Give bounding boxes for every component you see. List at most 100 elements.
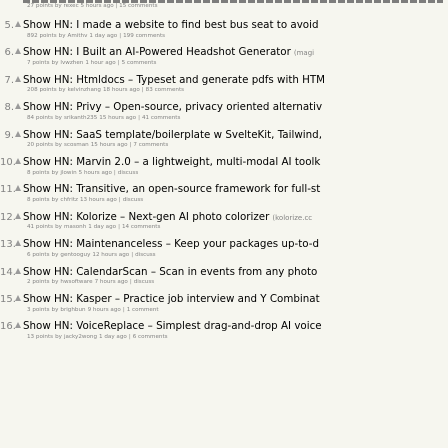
story-comments-link[interactable]: discuss <box>123 197 143 203</box>
story-title-text[interactable]: Show HN: Marvin 2.0 – a lightweight, mul… <box>23 156 320 168</box>
story-user-link[interactable]: lvwzhen <box>60 60 83 66</box>
upvote-arrow-icon[interactable] <box>15 130 21 137</box>
story-subtext: 8 points by jlowin 5 hours ago | discuss <box>27 169 138 178</box>
upvote-arrow-icon[interactable] <box>15 21 21 27</box>
story-title-text[interactable]: Show HN: Privy – Open-source, privacy or… <box>23 101 322 113</box>
story-title-link[interactable]: Show HN: Maintenanceless – Keep your pac… <box>23 238 319 251</box>
story-points: 84 points <box>27 114 54 121</box>
story-age-link[interactable]: 13 hours ago <box>80 197 117 203</box>
story-title-text[interactable]: Show HN: Transitive, an open-source fram… <box>23 183 320 195</box>
story-title-link[interactable]: Show HN: Kasper – Practice job interview… <box>23 293 320 306</box>
story-user-link[interactable]: kelvinzhang <box>68 87 101 93</box>
story-title-link[interactable]: Show HN: Privy – Open-source, privacy or… <box>23 101 322 114</box>
story-age-link[interactable]: 1 day ago <box>89 33 117 39</box>
story-rank: 16. <box>0 321 16 333</box>
by-label: by <box>51 279 59 286</box>
story-age-link[interactable]: 7 hours ago <box>95 279 128 285</box>
story-comments-link[interactable]: discuss <box>134 279 154 285</box>
story-user-link[interactable]: jacky2wong <box>64 334 97 340</box>
story-rank: 11. <box>0 184 16 196</box>
story-subtext: 7 points by lvwzhen 1 hour ago | 5 comments <box>27 59 156 68</box>
story-age-link[interactable]: 1 day ago <box>99 334 127 340</box>
story-subtext: 2 points by hwsoftware 7 hours ago | discuss <box>27 278 154 287</box>
story-subtext: 208 points by kelvinzhang 18 hours ago | 83 c… <box>27 86 184 95</box>
story-title-link[interactable]: Show HN: CalendarScan – Scan in events f… <box>23 266 317 279</box>
story-user-link[interactable]: hwsoftware <box>60 279 92 285</box>
story-title-text[interactable]: Show HN: I made a website to find best b… <box>23 19 319 31</box>
story-points: 41 points <box>27 224 54 231</box>
story-rank: 8. <box>4 102 14 114</box>
story-comments-link[interactable]: discuss <box>118 170 138 176</box>
upvote-arrow-icon[interactable] <box>15 103 21 110</box>
story-title-text[interactable]: Show HN: SaaS template/boilerplate w Sve… <box>23 129 322 141</box>
story-comments-link[interactable]: 6 comments <box>133 334 168 340</box>
story-title-text[interactable]: Show HN: VoiceReplace – Simplest drag-an… <box>23 320 322 332</box>
story-site-link[interactable]: (kolorize.cc <box>272 214 312 222</box>
story-title-text[interactable]: Show HN: Kasper – Practice job interview… <box>23 293 320 305</box>
upvote-arrow-icon[interactable] <box>15 158 21 164</box>
story-comments-link[interactable]: 199 comments <box>123 33 165 39</box>
story-age-link[interactable]: 15 hours ago <box>99 115 136 121</box>
story-title-link[interactable]: Show HN: I made a website to find best b… <box>23 19 319 32</box>
story-comments-link[interactable]: 7 comments <box>133 142 168 148</box>
upvote-arrow-icon[interactable] <box>15 267 21 274</box>
upvote-arrow-icon[interactable] <box>15 185 21 192</box>
story-age-link[interactable]: 9 hours ago <box>88 307 121 313</box>
story-age-link[interactable]: 1 day ago <box>88 224 116 230</box>
story-points: 6 points <box>27 251 50 258</box>
story-comments-link[interactable]: 83 comments <box>146 87 184 93</box>
story-row: 12. Show HN: Kolorize – Next-gen AI photo… <box>0 211 448 238</box>
story-comments-link[interactable]: 1 comment <box>127 307 159 313</box>
story-subtext: 892 points by Amithv 1 day ago | 199 comments <box>27 32 165 41</box>
story-title-link[interactable]: Show HN: Transitive, an open-source fram… <box>23 183 320 196</box>
story-title-text[interactable]: Show HN: Kolorize – Next-gen AI photo co… <box>23 211 269 223</box>
story-comments-link[interactable]: discuss <box>135 252 155 258</box>
separator: | <box>131 251 134 258</box>
story-points: 892 points <box>27 32 57 39</box>
separator: | <box>122 306 125 313</box>
story-user-link[interactable]: scosman <box>64 142 89 148</box>
story-title-link[interactable]: Show HN: SaaS template/boilerplate w Sve… <box>23 129 322 142</box>
story-age-link[interactable]: 5 hours ago <box>79 170 112 176</box>
story-site-link[interactable]: (magi <box>294 49 314 57</box>
story-title-text[interactable]: Show HN: I Built an AI-Powered Headshot … <box>23 46 291 58</box>
by-label: by <box>58 32 66 39</box>
story-rank: 9. <box>4 129 14 141</box>
story-age-link[interactable]: 12 hours ago <box>92 252 129 258</box>
story-title-text[interactable]: Show HN: CalendarScan – Scan in events f… <box>23 266 317 278</box>
story-user-link[interactable]: Amithv <box>68 33 88 39</box>
story-user-link[interactable]: chfritz <box>60 197 78 203</box>
story-comments-link[interactable]: 41 comments <box>142 115 180 121</box>
story-user-link[interactable]: srikanth235 <box>64 115 97 121</box>
by-label: by <box>55 333 62 340</box>
story-title-text[interactable]: Show HN: Htmldocs – Typeset and generate… <box>23 74 325 86</box>
story-title-link[interactable]: Show HN: Marvin 2.0 – a lightweight, mul… <box>23 156 320 169</box>
upvote-arrow-icon[interactable] <box>15 48 21 55</box>
by-label: by <box>51 251 59 258</box>
story-title-text[interactable]: Show HN: Maintenanceless – Keep your pac… <box>23 238 319 250</box>
upvote-arrow-icon[interactable] <box>15 212 21 219</box>
upvote-arrow-icon[interactable] <box>15 240 21 247</box>
story-user-link[interactable]: gentooguy <box>60 252 90 258</box>
upvote-arrow-icon[interactable] <box>15 295 21 301</box>
by-label: by <box>51 169 59 176</box>
story-age-link[interactable]: 1 hour ago <box>85 60 115 66</box>
upvote-arrow-icon[interactable] <box>15 75 21 82</box>
story-age-link[interactable]: 18 hours ago <box>103 87 140 93</box>
story-row: 15. Show HN: Kasper – Practice job interv… <box>0 293 448 320</box>
story-row: 7. Show HN: Htmldocs – Typeset and genera… <box>0 74 448 101</box>
story-title-link[interactable]: Show HN: Htmldocs – Typeset and generate… <box>23 74 325 87</box>
story-title-link[interactable]: Show HN: VoiceReplace – Simplest drag-an… <box>23 320 322 333</box>
story-age-link[interactable]: 15 hours ago <box>91 142 128 148</box>
story-user-link[interactable]: masonh <box>64 224 86 230</box>
story-subtext: 13 points by jacky2wong 1 day ago | 6 comment… <box>27 333 168 342</box>
story-subtext: 8 points by chfritz 13 hours ago | discuss <box>27 196 143 205</box>
story-comments-link[interactable]: 5 comments <box>122 60 157 66</box>
story-rank: 10. <box>0 157 16 168</box>
story-user-link[interactable]: brighbun <box>60 307 85 313</box>
by-label: by <box>51 306 59 313</box>
story-comments-link[interactable]: 14 comments <box>122 224 160 230</box>
upvote-arrow-icon[interactable] <box>15 322 21 329</box>
story-points: 3 points <box>27 306 50 313</box>
story-user-link[interactable]: jlowin <box>60 170 76 176</box>
